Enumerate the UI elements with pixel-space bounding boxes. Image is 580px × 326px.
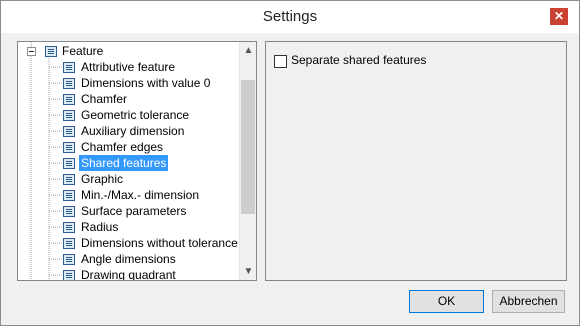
list-node-icon: [63, 94, 75, 105]
tree-item[interactable]: Drawing quadrant: [18, 267, 238, 281]
list-node-icon: [63, 142, 75, 153]
list-node-icon: [63, 222, 75, 233]
list-node-icon: [63, 190, 75, 201]
tree-item-label: Shared features: [79, 155, 169, 171]
tree-item-label: Angle dimensions: [81, 252, 176, 266]
tree-item-label: Auxiliary dimension: [81, 124, 185, 138]
title-bar[interactable]: Settings ✕: [1, 1, 579, 33]
window-title: Settings: [262, 8, 318, 25]
tree-scrollbar[interactable]: ▲ ▼: [239, 42, 256, 280]
tree-root-feature[interactable]: Feature: [18, 43, 238, 59]
collapse-icon[interactable]: [27, 47, 36, 56]
tree-item[interactable]: Geometric tolerance: [18, 107, 238, 123]
tree-item[interactable]: Auxiliary dimension: [18, 123, 238, 139]
tree-item[interactable]: Chamfer edges: [18, 139, 238, 155]
tree-item-label: Dimensions without tolerance: [81, 236, 238, 250]
tree-item-label: Drawing quadrant: [81, 268, 176, 281]
ok-button[interactable]: OK: [409, 290, 484, 313]
list-node-icon: [63, 174, 75, 185]
list-node-icon: [63, 110, 75, 121]
scroll-down-icon[interactable]: ▼: [240, 263, 256, 280]
separate-shared-features-label[interactable]: Separate shared features: [291, 53, 426, 67]
close-icon[interactable]: ✕: [550, 8, 568, 25]
list-node-icon: [63, 254, 75, 265]
tree-item[interactable]: Dimensions with value 0: [18, 75, 238, 91]
tree-item[interactable]: Min.-/Max.- dimension: [18, 187, 238, 203]
tree-item[interactable]: Graphic: [18, 171, 238, 187]
list-node-icon: [63, 78, 75, 89]
tree-item-label: Geometric tolerance: [81, 108, 190, 122]
list-node-icon: [63, 238, 75, 249]
tree-root-label: Feature: [62, 44, 104, 58]
tree-item[interactable]: Radius: [18, 219, 238, 235]
tree-item-label: Chamfer edges: [81, 140, 164, 154]
scroll-thumb[interactable]: [241, 80, 255, 214]
tree-item-label: Dimensions with value 0: [81, 76, 211, 90]
tree-item-label: Attributive feature: [81, 60, 176, 74]
tree-item-label: Chamfer: [81, 92, 128, 106]
tree-item-label: Graphic: [81, 172, 124, 186]
tree-item[interactable]: Angle dimensions: [18, 251, 238, 267]
tree-item[interactable]: Dimensions without tolerance: [18, 235, 238, 251]
tree-item[interactable]: Shared features: [18, 155, 238, 171]
tree-item[interactable]: Attributive feature: [18, 59, 238, 75]
list-node-icon: [63, 62, 75, 73]
list-node-icon: [63, 126, 75, 137]
settings-panel: Separate shared features: [265, 41, 567, 281]
scroll-up-icon[interactable]: ▲: [240, 42, 256, 59]
tree-item[interactable]: Surface parameters: [18, 203, 238, 219]
feature-tree[interactable]: Feature Attributive feature Dimensions wi…: [17, 41, 257, 281]
settings-dialog: Settings ✕ Feature Attributive feature Di…: [0, 0, 580, 326]
list-node-icon: [63, 270, 75, 280]
tree-item-label: Surface parameters: [81, 204, 187, 218]
cancel-button[interactable]: Abbrechen: [492, 290, 565, 313]
list-node-icon: [63, 158, 75, 169]
separate-shared-features-checkbox[interactable]: [274, 55, 287, 68]
list-node-icon: [45, 46, 57, 57]
tree-item[interactable]: Chamfer: [18, 91, 238, 107]
tree-item-label: Min.-/Max.- dimension: [81, 188, 200, 202]
list-node-icon: [63, 206, 75, 217]
tree-item-label: Radius: [81, 220, 119, 234]
